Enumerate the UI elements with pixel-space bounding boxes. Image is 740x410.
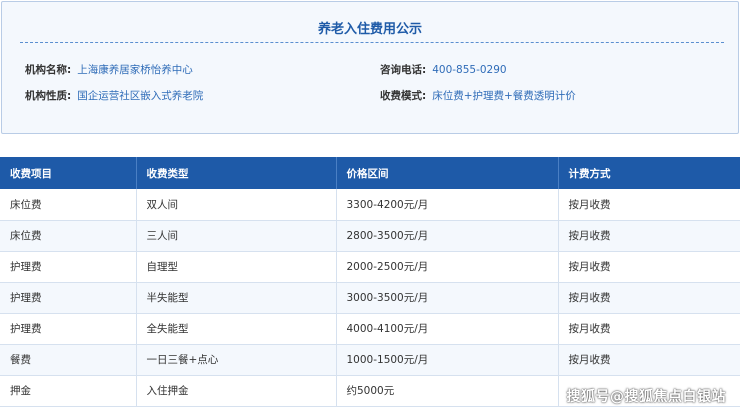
table-cell: 按月收费 (558, 189, 740, 221)
table-cell: 3300-4200元/月 (336, 189, 559, 221)
table-cell: 床位费 (0, 220, 137, 252)
table-header-row: 收费项目 收费类型 价格区间 计费方式 (0, 157, 740, 189)
table-cell: 按月收费 (558, 313, 740, 345)
table-cell: 床位费 (0, 189, 137, 221)
table-cell: 按月收费 (558, 282, 740, 314)
institution-type: 机构性质: 国企运营社区嵌入式养老院 (25, 88, 203, 103)
info-card: 养老入住费用公示 机构名称: 上海康养居家桥怡养中心 机构性质: 国企运营社区嵌入式… (1, 1, 739, 134)
table-cell: 4000-4100元/月 (336, 313, 559, 345)
table-cell: 护理费 (0, 313, 137, 345)
field-value: 国企运营社区嵌入式养老院 (77, 90, 204, 102)
table-cell: 约5000元 (336, 375, 559, 407)
field-label: 机构性质: (25, 90, 72, 102)
column-header: 收费类型 (136, 157, 337, 189)
table-cell: 护理费 (0, 282, 137, 314)
title-divider (20, 42, 724, 43)
table-cell: 双人间 (136, 189, 337, 221)
table-cell: 2000-2500元/月 (336, 251, 559, 283)
field-label: 咨询电话: (380, 64, 427, 76)
contact-phone: 咨询电话: 400-855-0290 (380, 62, 507, 77)
table-cell: 2800-3500元/月 (336, 220, 559, 252)
table-cell: 押金 (0, 375, 137, 407)
column-header: 计费方式 (558, 157, 740, 189)
table-row: 护理费 自理型 2000-2500元/月 按月收费 (0, 251, 740, 283)
table-cell: 按月收费 (558, 220, 740, 252)
table-cell: 自理型 (136, 251, 337, 283)
table-cell: 3000-3500元/月 (336, 282, 559, 314)
fee-model: 收费模式: 床位费+护理费+餐费透明计价 (380, 88, 576, 103)
table-row: 餐费 一日三餐+点心 1000-1500元/月 按月收费 (0, 344, 740, 376)
table-cell: 入住押金 (136, 375, 337, 407)
table-cell: 全失能型 (136, 313, 337, 345)
table-cell: 三人间 (136, 220, 337, 252)
fee-table: 收费项目 收费类型 价格区间 计费方式 床位费 双人间 3300-4200元/月… (0, 157, 740, 407)
table-row: 护理费 全失能型 4000-4100元/月 按月收费 (0, 313, 740, 345)
table-row: 床位费 双人间 3300-4200元/月 按月收费 (0, 189, 740, 221)
field-value: 400-855-0290 (432, 64, 507, 76)
table-cell: 一日三餐+点心 (136, 344, 337, 376)
page-title: 养老入住费用公示 (317, 22, 422, 37)
table-cell: 护理费 (0, 251, 137, 283)
table-row: 护理费 半失能型 3000-3500元/月 按月收费 (0, 282, 740, 314)
column-header: 收费项目 (0, 157, 137, 189)
table-cell: 按月收费 (558, 344, 740, 376)
institution-name: 机构名称: 上海康养居家桥怡养中心 (25, 62, 193, 77)
field-value: 上海康养居家桥怡养中心 (77, 64, 193, 76)
table-cell: 半失能型 (136, 282, 337, 314)
field-label: 机构名称: (25, 64, 72, 76)
watermark: 搜狐号@搜狐焦点白银站 (566, 389, 726, 405)
column-header: 价格区间 (336, 157, 559, 189)
field-label: 收费模式: (380, 90, 427, 102)
table-row: 床位费 三人间 2800-3500元/月 按月收费 (0, 220, 740, 252)
table-cell: 餐费 (0, 344, 137, 376)
table-cell: 按月收费 (558, 251, 740, 283)
table-cell: 1000-1500元/月 (336, 344, 559, 376)
field-value: 床位费+护理费+餐费透明计价 (432, 90, 576, 102)
